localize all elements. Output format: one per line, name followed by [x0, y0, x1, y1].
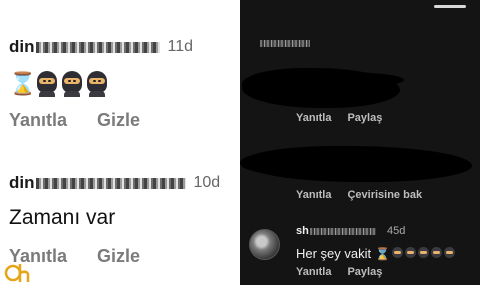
comment-actions: Yanıtla Çevirisine bak: [296, 189, 422, 201]
comment-username[interactable]: din: [9, 37, 35, 57]
hide-button[interactable]: Gizle: [97, 110, 140, 131]
comment-text: Zamanı var: [9, 206, 116, 229]
redacted-username-blur: [35, 41, 160, 53]
comment-header: din 10d: [9, 172, 220, 194]
reply-button[interactable]: Yanıtla: [296, 266, 331, 278]
reply-button[interactable]: Yanıtla: [296, 112, 331, 124]
comment-emoji-text: ⌛: [9, 70, 108, 98]
hourglass-icon: ⌛: [375, 246, 391, 261]
comment-actions: Yanıtla Paylaş: [296, 266, 382, 278]
scribbled-out-comment: [280, 72, 404, 88]
reply-button[interactable]: Yanıtla: [296, 189, 331, 201]
hide-button[interactable]: Gizle: [97, 246, 140, 267]
comment-emoji-group: ⌛: [375, 246, 456, 261]
share-button[interactable]: Paylaş: [347, 266, 382, 278]
ninja-face-icon: [418, 247, 430, 260]
scribbled-out-comment: [240, 152, 320, 174]
redacted-username-blur: [310, 228, 376, 235]
redacted-username-blur: [35, 177, 186, 189]
comment-text-row: Her şey vakit ⌛: [296, 246, 456, 261]
reply-button[interactable]: Yanıtla: [9, 110, 67, 131]
ninja-face-icon: [86, 71, 108, 97]
comment-username[interactable]: din: [9, 173, 35, 193]
avatar[interactable]: [249, 229, 280, 260]
comment-text: Her şey vakit: [296, 246, 372, 261]
comment-header: din 11d: [9, 36, 193, 58]
ninja-face-icon: [61, 71, 83, 97]
comment-actions: Yanıtla Gizle: [9, 110, 140, 131]
dark-comments-panel: Yanıtla Paylaş Yanıtla Çevirisine bak sh…: [240, 0, 480, 285]
comment-timestamp: 45d: [387, 225, 406, 237]
comment-actions: Yanıtla Paylaş: [296, 112, 382, 124]
watermark-logo-icon: [4, 264, 30, 282]
light-comments-panel: din 11d ⌛ Yanıtla Gizle din 10d Zamanı v…: [0, 0, 240, 285]
ninja-face-icon: [36, 71, 58, 97]
ninja-face-icon: [431, 247, 443, 260]
ninja-face-icon: [444, 247, 456, 260]
see-translation-button[interactable]: Çevirisine bak: [347, 189, 422, 201]
comment-username[interactable]: sh: [296, 225, 309, 237]
share-button[interactable]: Paylaş: [347, 112, 382, 124]
ninja-face-icon: [405, 247, 417, 260]
comment-timestamp: 11d: [167, 38, 194, 55]
comment-timestamp: 10d: [193, 174, 221, 191]
redacted-text-blur: [260, 40, 310, 47]
drag-handle[interactable]: [434, 5, 466, 8]
ninja-face-icon: [392, 247, 404, 260]
hourglass-icon: ⌛: [9, 71, 37, 96]
